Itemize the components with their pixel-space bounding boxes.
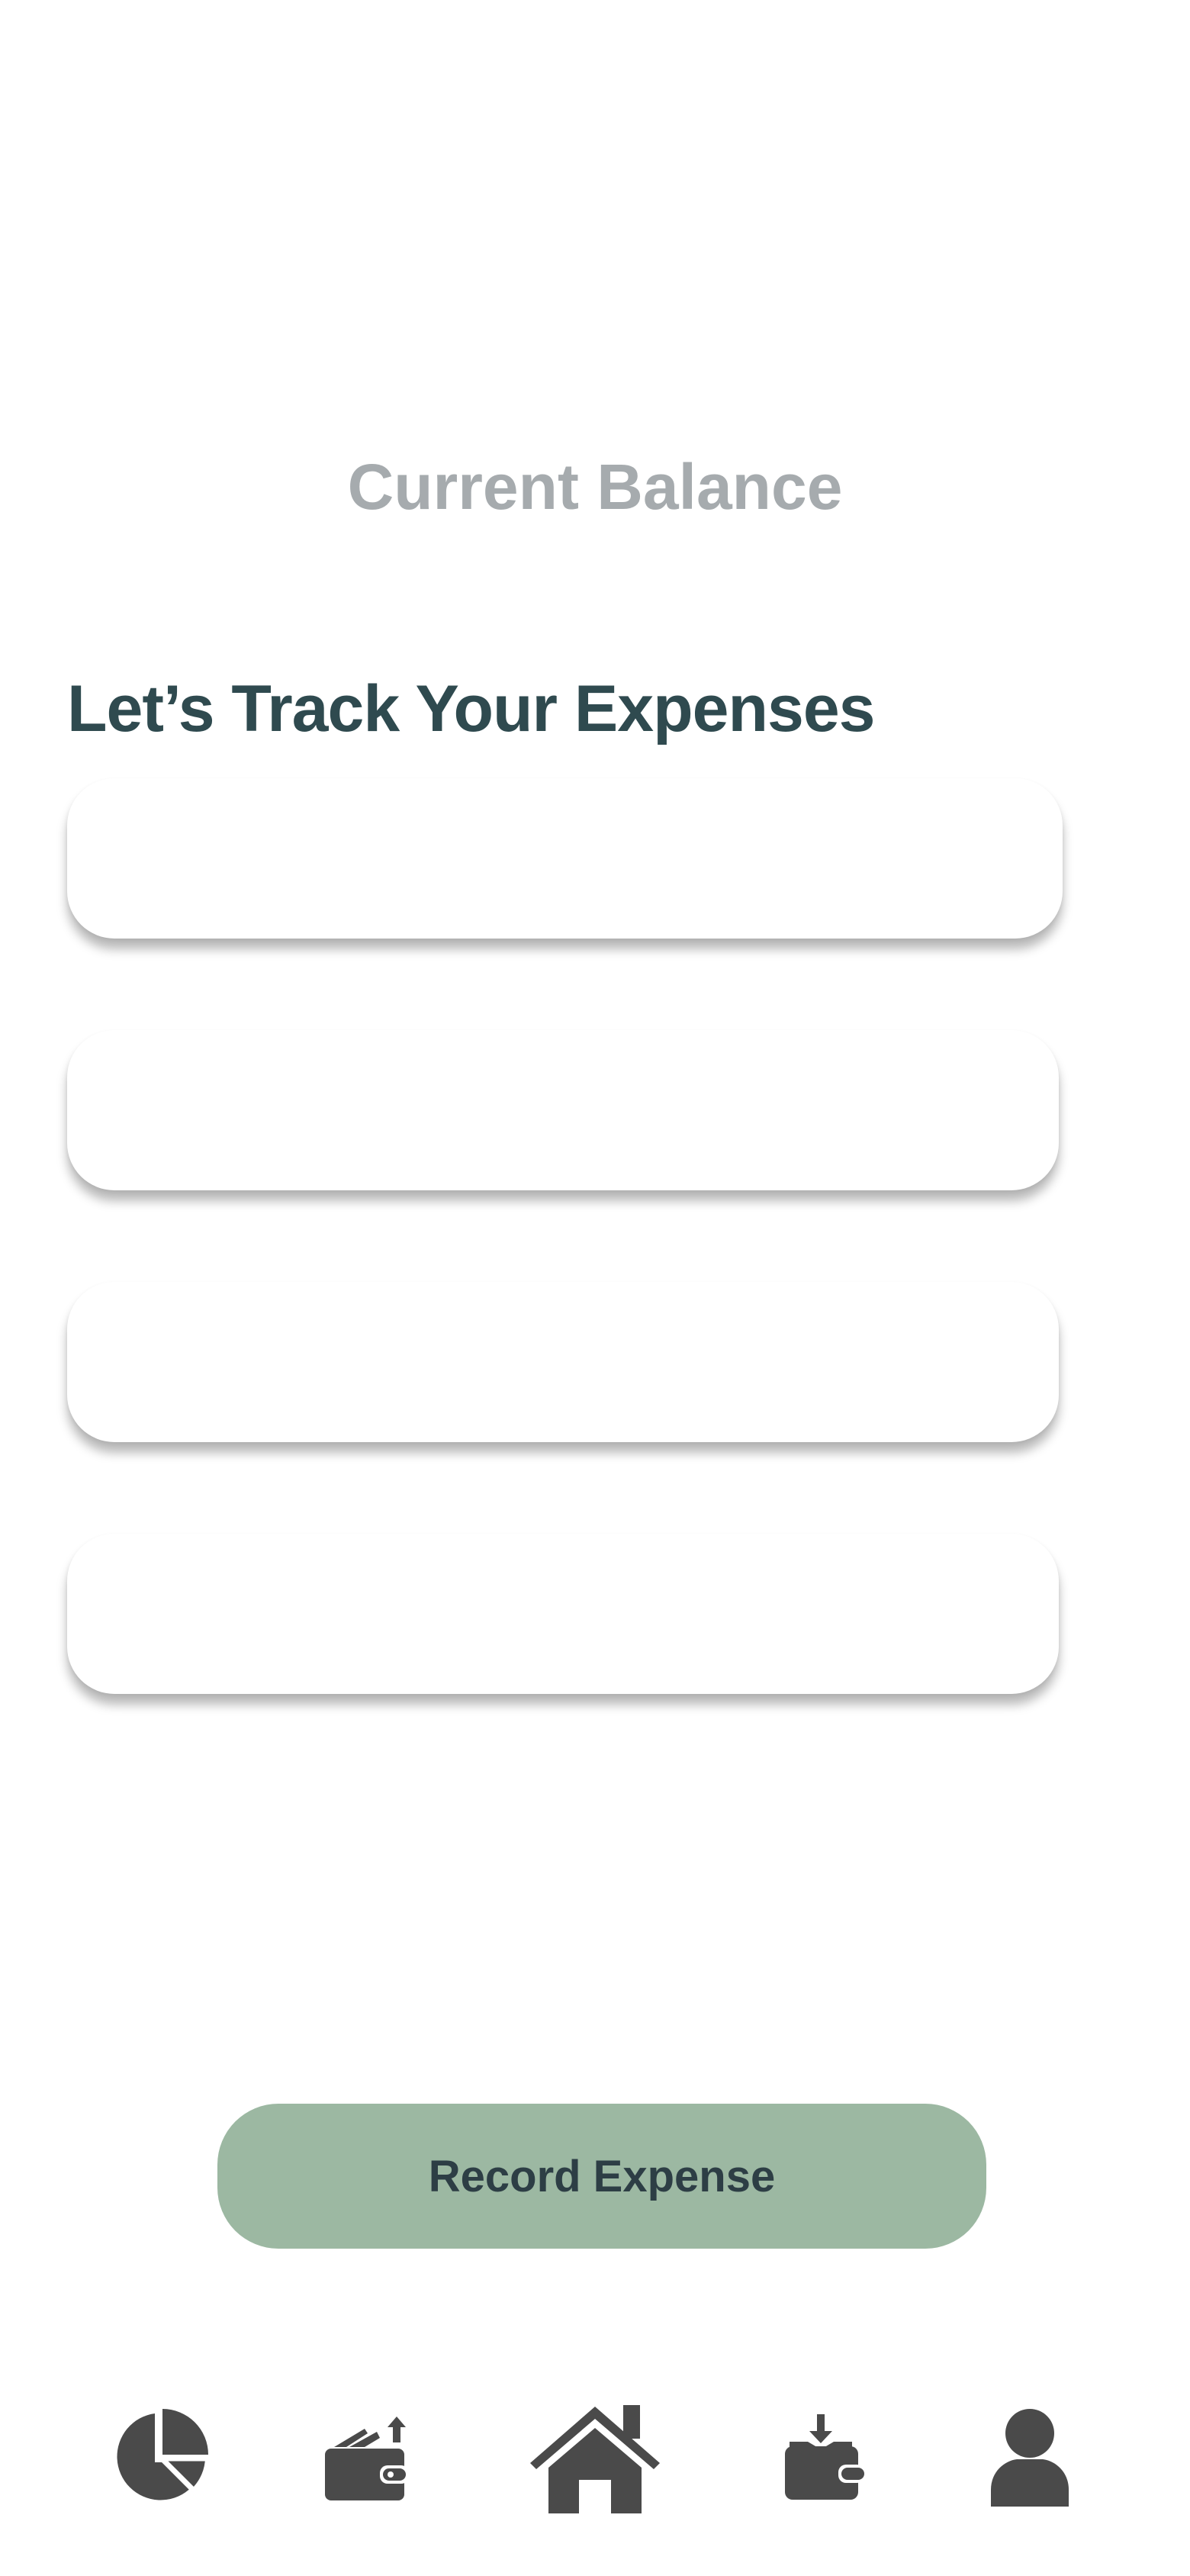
expense-card[interactable] [67,1030,1059,1190]
record-expense-button[interactable]: Record Expense [217,2104,986,2249]
home-icon [530,2405,660,2513]
expense-card[interactable] [67,1534,1059,1694]
wallet-in-icon [785,2414,864,2500]
current-balance-label: Current Balance [347,451,843,523]
nav-profile[interactable] [969,2381,1091,2533]
section-heading: Let’s Track Your Expenses [67,672,875,745]
expense-card[interactable] [67,778,1063,939]
wallet-out-icon [325,2417,409,2500]
nav-income[interactable] [763,2381,885,2533]
nav-expense[interactable] [305,2381,427,2533]
nav-home[interactable] [519,2381,671,2533]
user-icon [991,2409,1069,2507]
expense-card[interactable] [67,1282,1059,1442]
pie-chart-icon [117,2409,208,2500]
bottom-navigation [0,2381,1190,2533]
nav-stats[interactable] [99,2381,221,2533]
